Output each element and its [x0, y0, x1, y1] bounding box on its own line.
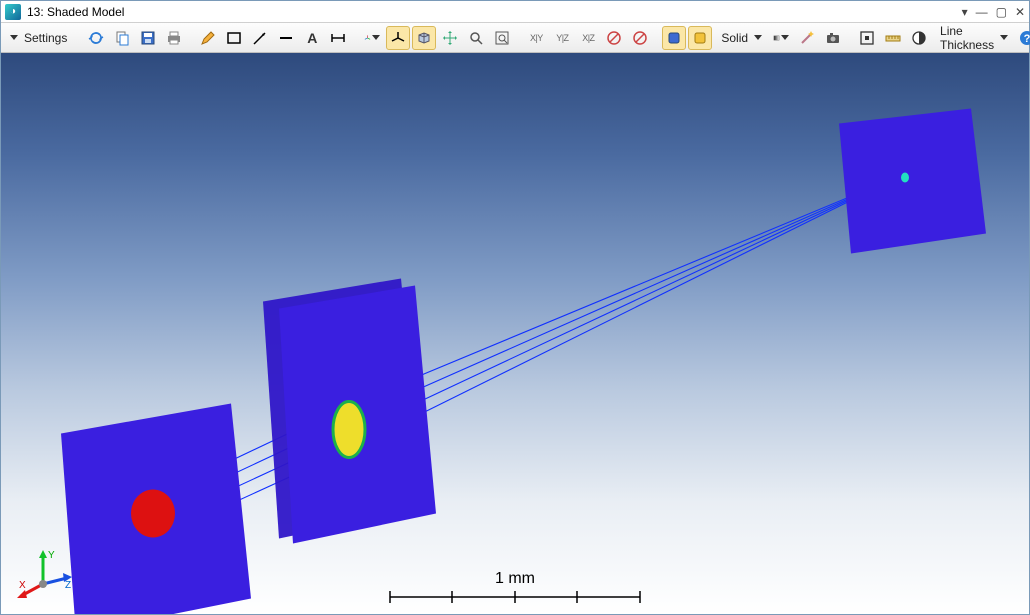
axis-z-label: Z — [65, 580, 71, 591]
axis-x-label: X — [19, 580, 26, 591]
axis-y-label: Y — [48, 550, 55, 561]
move-button[interactable] — [438, 26, 462, 50]
scale-label: 1 mm — [495, 570, 535, 588]
titlebar: 13: Shaded Model ▾ — ▢ ✕ — [1, 1, 1029, 23]
contrast-button[interactable] — [907, 26, 931, 50]
rectangle-button[interactable] — [222, 26, 246, 50]
chevron-down-icon — [1000, 35, 1008, 40]
wand-icon — [799, 30, 815, 46]
line-thickness-dropdown[interactable]: Line Thickness — [933, 26, 1013, 50]
solid-label: Solid — [719, 31, 750, 45]
chevron-down-icon — [10, 35, 18, 40]
chevron-down-icon — [754, 35, 762, 40]
print-icon — [166, 30, 182, 46]
camera-button[interactable] — [821, 26, 845, 50]
layer-icon — [666, 30, 682, 46]
line-button[interactable] — [274, 26, 298, 50]
settings-label: Settings — [22, 31, 69, 45]
yz-label: Y|Z — [556, 33, 568, 43]
zoom-button[interactable] — [464, 26, 488, 50]
minimize-icon[interactable]: — — [976, 5, 988, 19]
solid-dropdown[interactable]: Solid — [714, 26, 767, 50]
ruler-button[interactable] — [881, 26, 905, 50]
pencil-button[interactable] — [196, 26, 220, 50]
expand-button[interactable] — [855, 26, 879, 50]
camera-icon — [825, 30, 841, 46]
settings-dropdown[interactable]: Settings — [5, 26, 74, 50]
scale-ruler-icon — [385, 590, 645, 604]
window-title: 13: Shaded Model — [27, 5, 962, 19]
yz-plane-button[interactable]: Y|Z — [550, 26, 574, 50]
gradient-button[interactable] — [769, 26, 793, 50]
arrow-button[interactable] — [248, 26, 272, 50]
triad-shaded-button[interactable] — [386, 26, 410, 50]
forbid-icon — [606, 30, 622, 46]
model-scene — [1, 53, 1029, 614]
cube-button[interactable] — [412, 26, 436, 50]
xy-label: X|Y — [530, 33, 543, 43]
window-controls: ▾ — ▢ ✕ — [962, 5, 1025, 19]
app-icon — [5, 4, 21, 20]
scale-bar: 1 mm — [385, 570, 645, 604]
copy-button[interactable] — [110, 26, 134, 50]
move-icon — [442, 30, 458, 46]
text-a-icon: A — [307, 30, 317, 46]
layer-icon — [692, 30, 708, 46]
refresh-button[interactable] — [84, 26, 108, 50]
arrow-icon — [252, 30, 268, 46]
ruler-icon — [885, 30, 901, 46]
triad-persp-button[interactable] — [360, 26, 384, 50]
toolbar: Settings A X|Y Y|Z X|Z Solid — [1, 23, 1029, 53]
xz-plane-button[interactable]: X|Z — [576, 26, 600, 50]
dropdown-icon[interactable]: ▾ — [962, 5, 968, 19]
text-button[interactable]: A — [300, 26, 324, 50]
xy-plane-button[interactable]: X|Y — [524, 26, 548, 50]
xz-label: X|Z — [582, 33, 594, 43]
rectangle-icon — [226, 30, 242, 46]
window: 13: Shaded Model ▾ — ▢ ✕ Settings A — [0, 0, 1030, 615]
help-button[interactable]: ? — [1015, 26, 1030, 50]
svg-text:?: ? — [1024, 33, 1030, 45]
refresh-icon — [88, 30, 104, 46]
disable-1-button[interactable] — [602, 26, 626, 50]
triad-shaded-icon — [390, 30, 406, 46]
dimension-button[interactable] — [326, 26, 350, 50]
fit-button[interactable] — [490, 26, 514, 50]
save-button[interactable] — [136, 26, 160, 50]
triad-icon — [364, 30, 371, 46]
chevron-down-icon — [372, 35, 380, 40]
viewport-3d[interactable]: Y X Z 1 mm — [1, 53, 1029, 614]
contrast-icon — [911, 30, 927, 46]
line-thickness-label: Line Thickness — [938, 24, 996, 52]
disable-2-button[interactable] — [628, 26, 652, 50]
copy-icon — [114, 30, 130, 46]
fit-icon — [494, 30, 510, 46]
dimension-icon — [330, 30, 346, 46]
line-icon — [278, 30, 294, 46]
expand-icon — [859, 30, 875, 46]
maximize-icon[interactable]: ▢ — [996, 5, 1007, 19]
cube-icon — [416, 30, 432, 46]
forbid-icon — [632, 30, 648, 46]
wand-button[interactable] — [795, 26, 819, 50]
chevron-down-icon — [781, 35, 789, 40]
pencil-icon — [200, 30, 216, 46]
help-icon: ? — [1019, 30, 1030, 46]
layer-yellow-button[interactable] — [688, 26, 712, 50]
print-button[interactable] — [162, 26, 186, 50]
layer-blue-button[interactable] — [662, 26, 686, 50]
zoom-icon — [468, 30, 484, 46]
axis-triad: Y X Z — [15, 544, 75, 604]
save-icon — [140, 30, 156, 46]
close-icon[interactable]: ✕ — [1015, 5, 1025, 19]
gradient-icon — [773, 30, 780, 46]
